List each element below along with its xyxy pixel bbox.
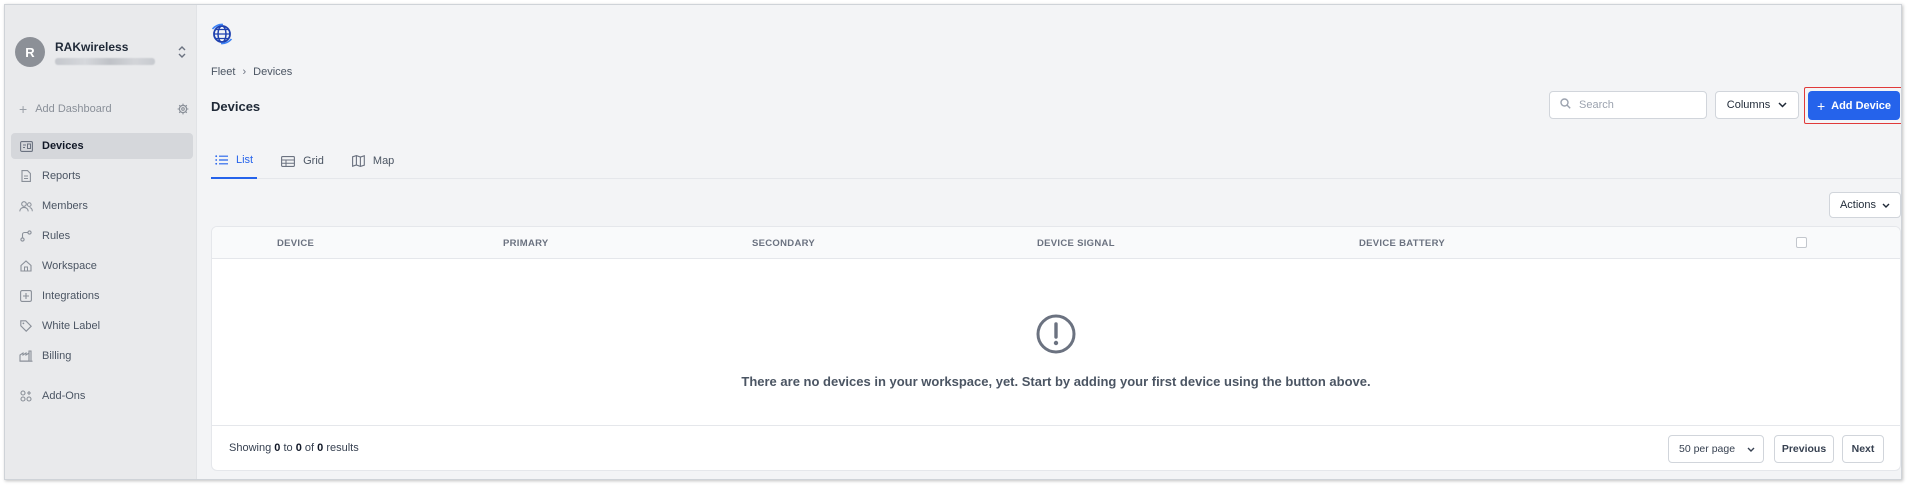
add-device-button[interactable]: + Add Device [1808, 91, 1900, 120]
tab-label: List [236, 154, 254, 166]
gear-icon[interactable] [177, 103, 189, 115]
per-page-select[interactable]: 50 per page [1668, 435, 1764, 463]
plus-icon: + [19, 101, 28, 117]
sidebar-item-label: Integrations [42, 290, 100, 302]
columns-button[interactable]: Columns [1715, 91, 1799, 119]
tag-icon [19, 319, 33, 333]
sidebar-item-white-label[interactable]: White Label [11, 313, 193, 339]
column-header-device-signal[interactable]: DEVICE SIGNAL [1037, 238, 1115, 249]
tab-list[interactable]: List [211, 143, 258, 179]
table-footer: Showing 0 to 0 of 0 results 50 per page … [212, 425, 1900, 470]
sidebar-item-integrations[interactable]: Integrations [11, 283, 193, 309]
workspace-icon [19, 259, 33, 273]
empty-state: There are no devices in your workspace, … [212, 259, 1900, 425]
sidebar-item-billing[interactable]: Billing [11, 343, 193, 369]
actions-button[interactable]: Actions [1829, 192, 1901, 218]
chevron-down-icon [1882, 203, 1890, 208]
page-title: Devices [211, 99, 261, 114]
column-header-primary[interactable]: PRIMARY [503, 238, 549, 249]
next-page-button[interactable]: Next [1842, 435, 1884, 463]
members-icon [19, 199, 33, 213]
app-window: R RAKwireless + Add Dashboard Devices Re… [4, 4, 1902, 480]
column-header-device-battery[interactable]: DEVICE BATTERY [1359, 238, 1445, 249]
tab-grid[interactable]: Grid [277, 143, 328, 179]
sidebar-item-label: Devices [42, 140, 84, 152]
sidebar-item-workspace[interactable]: Workspace [11, 253, 193, 279]
breadcrumb: Fleet › Devices [211, 66, 292, 78]
columns-label: Columns [1726, 99, 1771, 111]
sidebar-item-label: Workspace [42, 260, 97, 272]
add-device-highlight: + Add Device [1804, 87, 1901, 124]
table-header: DEVICE PRIMARY SECONDARY DEVICE SIGNAL D… [212, 227, 1900, 259]
devices-icon [19, 139, 33, 153]
of-text: of [304, 442, 315, 454]
tab-label: Grid [303, 155, 324, 167]
search-icon [1560, 96, 1571, 114]
chevron-down-icon [1747, 447, 1755, 452]
tab-label: Map [372, 155, 395, 167]
sidebar-item-rules[interactable]: Rules [11, 223, 193, 249]
sidebar-item-members[interactable]: Members [11, 193, 193, 219]
pagination-summary: Showing 0 to 0 of 0 results [229, 442, 359, 454]
sidebar-item-label: Rules [42, 230, 71, 242]
results-text: results [326, 442, 359, 454]
add-device-label: Add Device [1831, 99, 1892, 112]
sidebar-item-label: Members [42, 200, 88, 212]
tab-map[interactable]: Map [348, 143, 398, 179]
brand-logo-icon[interactable] [211, 23, 233, 50]
exclamation-circle-icon [1035, 313, 1077, 360]
chevron-up-down-icon[interactable] [174, 44, 190, 60]
chevron-down-icon [1778, 102, 1787, 108]
showing-text: Showing [229, 442, 272, 454]
add-dashboard-label: Add Dashboard [35, 103, 112, 115]
add-ons-icon [19, 389, 33, 403]
column-header-device[interactable]: DEVICE [277, 238, 314, 249]
total-results: 0 [317, 442, 324, 454]
breadcrumb-fleet[interactable]: Fleet [211, 66, 235, 78]
actions-label: Actions [1839, 199, 1877, 211]
account-name: RAKwireless [55, 39, 129, 54]
reports-icon [19, 169, 33, 183]
add-dashboard-row[interactable]: + Add Dashboard [19, 100, 189, 118]
range-to: 0 [295, 442, 302, 454]
devices-table: DEVICE PRIMARY SECONDARY DEVICE SIGNAL D… [211, 226, 1901, 471]
sidebar: R RAKwireless + Add Dashboard Devices Re… [5, 5, 197, 479]
sidebar-item-label: Reports [42, 170, 81, 182]
map-icon [351, 155, 365, 167]
per-page-value: 50 per page [1679, 443, 1736, 455]
sidebar-item-reports[interactable]: Reports [11, 163, 193, 189]
billing-icon [19, 349, 33, 363]
previous-page-button[interactable]: Previous [1774, 435, 1834, 463]
sidebar-item-label: Add-Ons [42, 390, 86, 402]
search-input[interactable] [1579, 99, 1689, 111]
breadcrumb-devices: Devices [253, 66, 293, 78]
plus-icon: + [1816, 97, 1826, 114]
range-from: 0 [274, 442, 281, 454]
sidebar-item-add-ons[interactable]: Add-Ons [11, 383, 193, 409]
integrations-icon [19, 289, 33, 303]
account-info: RAKwireless [55, 40, 174, 65]
grid-icon [281, 155, 296, 167]
chevron-right-icon: › [242, 66, 247, 78]
view-tabs: List Grid Map [211, 143, 1901, 179]
empty-state-message: There are no devices in your workspace, … [741, 374, 1371, 389]
sidebar-item-label: White Label [42, 320, 101, 332]
avatar: R [15, 37, 45, 67]
column-header-secondary[interactable]: SECONDARY [752, 238, 815, 249]
list-icon [215, 155, 228, 165]
rules-icon [19, 229, 33, 243]
account-switcher[interactable]: R RAKwireless [15, 31, 190, 73]
sidebar-item-label: Billing [42, 350, 72, 362]
select-all-checkbox[interactable] [1796, 237, 1807, 248]
account-email-redacted [55, 57, 155, 65]
search-box[interactable] [1549, 91, 1707, 119]
sidebar-nav: Devices Reports Members Rules Workspace … [11, 133, 193, 413]
main-content: Fleet › Devices Devices Columns + Add De… [197, 5, 1901, 479]
sidebar-item-devices[interactable]: Devices [11, 133, 193, 159]
to-text: to [283, 442, 293, 454]
